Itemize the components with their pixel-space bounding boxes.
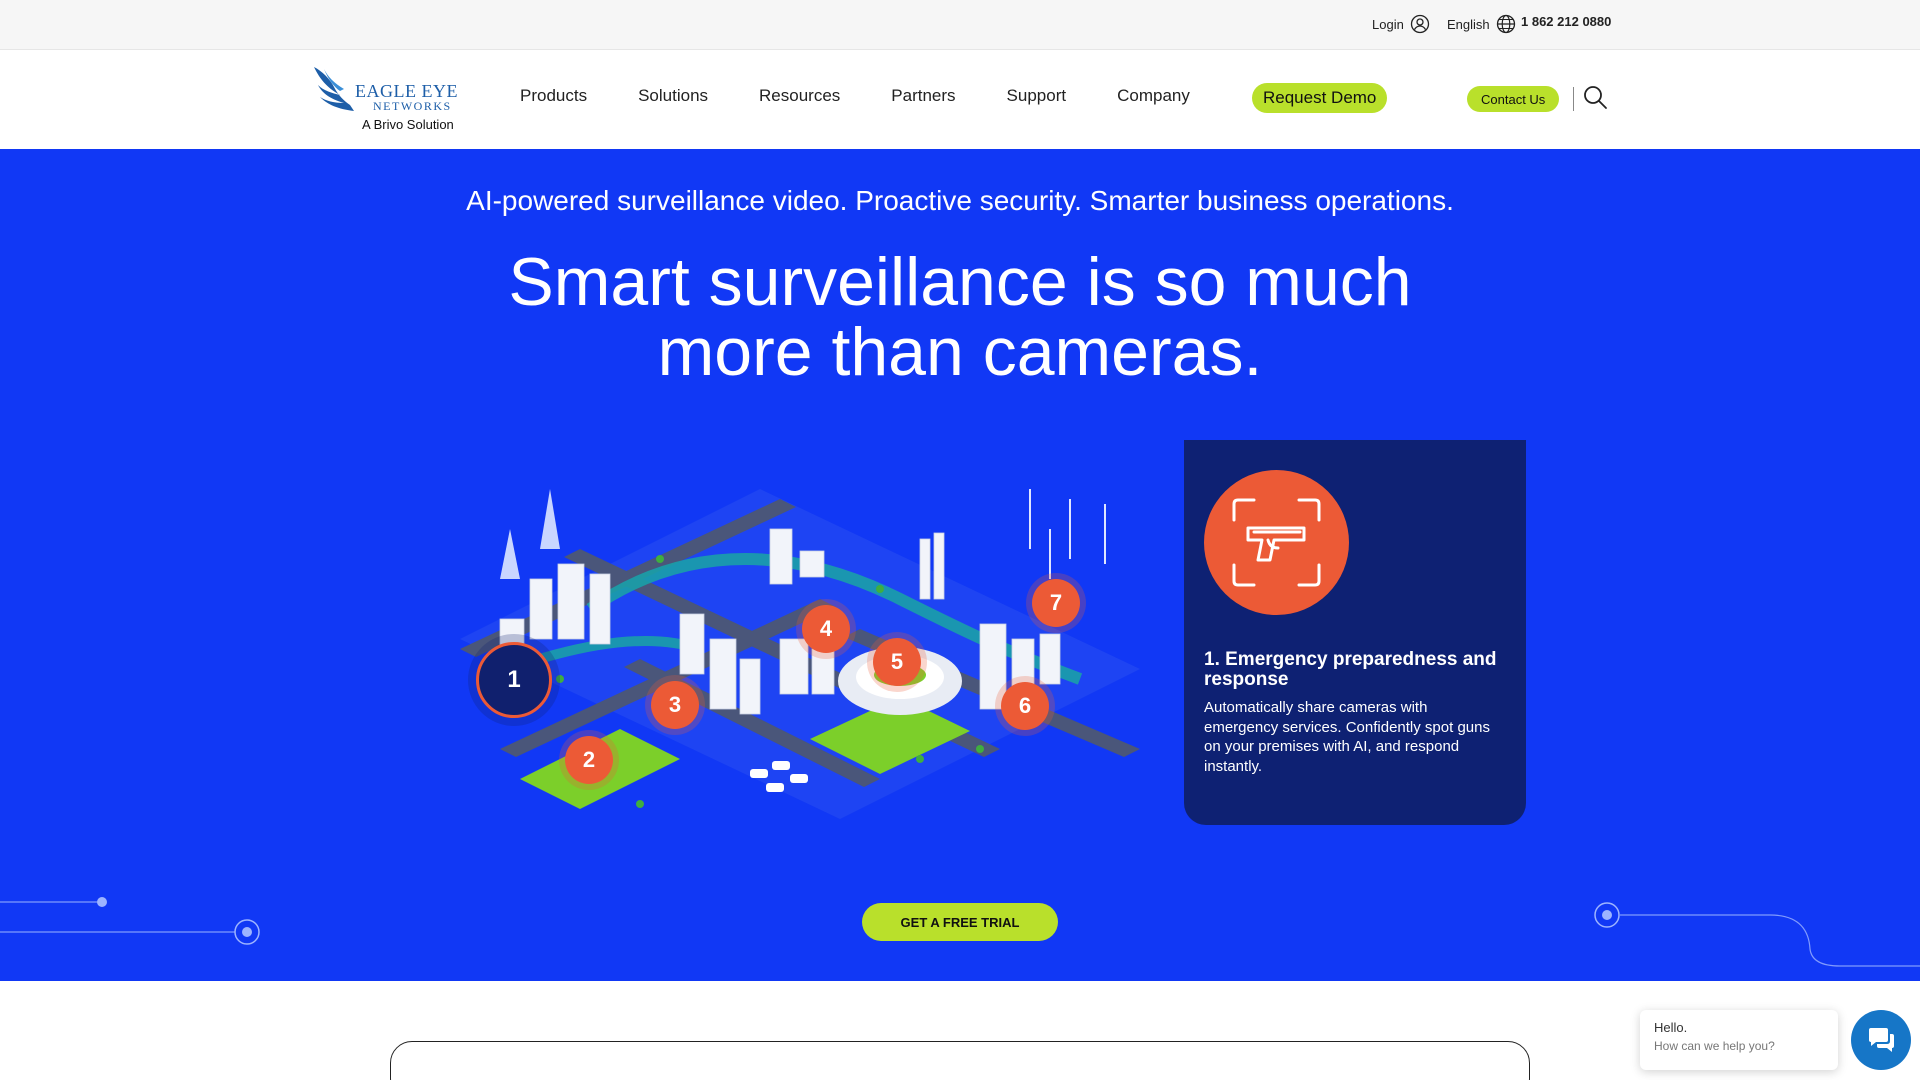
eagle-eye-logo[interactable]: EAGLE EYE NETWORKS A Brivo Solution bbox=[310, 65, 470, 137]
city-marker-2[interactable]: 2 bbox=[565, 736, 613, 784]
chat-prompt: How can we help you? bbox=[1654, 1039, 1775, 1053]
nav-divider bbox=[1573, 87, 1574, 111]
use-case-card: 1. Emergency preparedness and response A… bbox=[1184, 440, 1526, 825]
user-icon bbox=[1410, 14, 1429, 34]
nav-item-support[interactable]: Support bbox=[1007, 86, 1067, 106]
nav-item-solutions[interactable]: Solutions bbox=[638, 86, 708, 106]
request-demo-button[interactable]: Request Demo bbox=[1252, 83, 1388, 113]
chat-icon bbox=[1869, 1028, 1894, 1052]
gun-scan-icon bbox=[1232, 498, 1321, 587]
nav-item-partners[interactable]: Partners bbox=[891, 86, 955, 106]
headline-line-2: more than cameras. bbox=[657, 314, 1263, 390]
phone-number: 1 862 212 0880 bbox=[1521, 14, 1612, 29]
headline-line-1: Smart surveillance is so much bbox=[508, 244, 1412, 320]
language-label: English bbox=[1447, 16, 1490, 32]
city-marker-5[interactable]: 5 bbox=[873, 638, 921, 686]
search-icon[interactable] bbox=[1582, 84, 1608, 110]
city-marker-3[interactable]: 3 bbox=[651, 681, 699, 729]
chat-greeting-bubble[interactable]: Hello. How can we help you? bbox=[1640, 1010, 1838, 1070]
nav-item-products[interactable]: Products bbox=[520, 86, 587, 106]
hero-headline: Smart surveillance is so much more than … bbox=[360, 247, 1560, 387]
nav-item-company[interactable]: Company bbox=[1117, 86, 1190, 106]
login-link[interactable]: Login bbox=[1372, 14, 1430, 34]
language-selector[interactable]: English bbox=[1447, 14, 1516, 34]
smart-city-illustration: 1 2 3 4 5 6 7 bbox=[440, 449, 1160, 819]
login-label: Login bbox=[1372, 16, 1404, 32]
logo-wordmark-networks: NETWORKS bbox=[373, 99, 452, 113]
card-description: Automatically share cameras with emergen… bbox=[1204, 699, 1490, 775]
primary-nav: Products Solutions Resources Partners Su… bbox=[520, 86, 1241, 106]
city-marker-7[interactable]: 7 bbox=[1032, 579, 1080, 627]
nav-item-resources[interactable]: Resources bbox=[759, 86, 840, 106]
city-marker-6[interactable]: 6 bbox=[1001, 682, 1049, 730]
phone-link[interactable]: 1 862 212 0880 bbox=[1521, 14, 1611, 29]
city-marker-4[interactable]: 4 bbox=[802, 605, 850, 653]
top-utility-bar: Login English 1 862 212 0880 bbox=[0, 0, 1920, 50]
city-marker-1[interactable]: 1 bbox=[476, 642, 552, 718]
free-trial-button[interactable]: GET A FREE TRIAL bbox=[862, 903, 1058, 941]
chat-launcher-button[interactable] bbox=[1851, 1010, 1911, 1070]
content-card-outline bbox=[390, 1041, 1530, 1080]
main-navigation: EAGLE EYE NETWORKS A Brivo Solution Prod… bbox=[0, 50, 1920, 149]
contact-us-button[interactable]: Contact Us bbox=[1467, 86, 1560, 112]
globe-icon bbox=[1496, 14, 1515, 34]
city-map-graphic bbox=[460, 489, 1140, 819]
hero-section: AI-powered surveillance video. Proactive… bbox=[0, 149, 1920, 981]
hero-tagline: AI-powered surveillance video. Proactive… bbox=[466, 185, 1454, 216]
card-icon-circle bbox=[1204, 470, 1349, 615]
eagle-logo-icon bbox=[314, 67, 354, 111]
logo-subtitle: A Brivo Solution bbox=[362, 117, 454, 132]
card-title: 1. Emergency preparedness and response bbox=[1204, 649, 1497, 690]
chat-greeting: Hello. bbox=[1654, 1020, 1688, 1035]
